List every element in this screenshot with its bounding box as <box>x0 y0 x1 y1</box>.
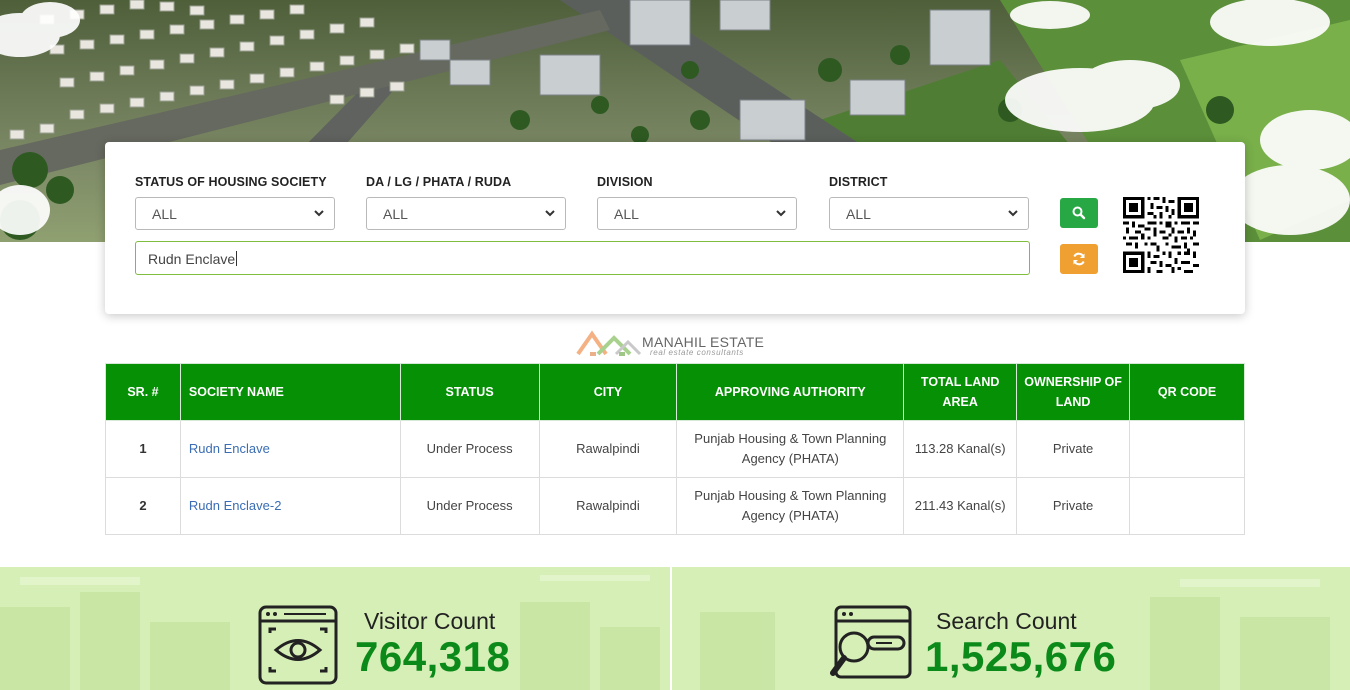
column-header-sr: SR. # <box>105 363 181 421</box>
column-header-status: STATUS <box>399 363 540 421</box>
status-filter-value: ALL <box>152 206 177 222</box>
district-filter-select[interactable]: ALL <box>829 197 1029 230</box>
table-row: 2 Rudn Enclave-2 Under Process Rawalpind… <box>105 477 1245 535</box>
visitor-count-value: 764,318 <box>355 633 511 680</box>
cell-status: Under Process <box>399 477 540 535</box>
status-filter-select[interactable]: ALL <box>135 197 335 230</box>
cell-ownership: Private <box>1016 477 1131 535</box>
status-filter-label: STATUS OF HOUSING SOCIETY <box>135 175 327 189</box>
district-filter-label: DISTRICT <box>829 175 888 189</box>
cell-society-name: Rudn Enclave-2 <box>179 477 401 535</box>
text-caret <box>236 251 238 266</box>
cell-qr-code <box>1129 477 1245 535</box>
column-header-city: CITY <box>538 363 678 421</box>
authority-filter-value: ALL <box>383 206 408 222</box>
logo-mark-icon <box>576 330 642 356</box>
division-filter-select[interactable]: ALL <box>597 197 797 230</box>
district-filter-value: ALL <box>846 206 871 222</box>
society-link[interactable]: Rudn Enclave-2 <box>189 498 282 513</box>
cell-sr: 2 <box>105 477 181 535</box>
society-search-value: Rudn Enclave <box>148 251 236 267</box>
reset-button[interactable] <box>1060 244 1098 274</box>
visitor-eye-icon <box>258 605 338 685</box>
cell-qr-code <box>1129 420 1245 478</box>
cell-society-name: Rudn Enclave <box>179 420 401 478</box>
table-header-row: SR. # SOCIETY NAME STATUS CITY APPROVING… <box>105 363 1245 421</box>
logo-tagline: real estate consultants <box>650 348 744 357</box>
cell-ownership: Private <box>1016 420 1131 478</box>
search-icon <box>1072 206 1086 220</box>
qr-code-image <box>1123 197 1199 273</box>
results-table: SR. # SOCIETY NAME STATUS CITY APPROVING… <box>105 363 1245 535</box>
table-row: 1 Rudn Enclave Under Process Rawalpindi … <box>105 420 1245 478</box>
stats-background-image <box>0 575 1330 690</box>
visitor-count-label: Visitor Count <box>364 608 496 634</box>
authority-filter-select[interactable]: ALL <box>366 197 566 230</box>
cell-total-land-area: 211.43 Kanal(s) <box>903 477 1018 535</box>
stats-divider <box>670 567 672 690</box>
cell-approving-authority: Punjab Housing & Town Planning Agency (P… <box>676 420 905 478</box>
cell-city: Rawalpindi <box>538 420 678 478</box>
division-filter-value: ALL <box>614 206 639 222</box>
column-header-society-name: SOCIETY NAME <box>179 363 401 421</box>
stats-section: Visitor Count 764,318 Search Count 1,525… <box>0 567 1350 690</box>
cell-sr: 1 <box>105 420 181 478</box>
search-panel: STATUS OF HOUSING SOCIETY ALL DA / LG / … <box>105 142 1245 314</box>
manahil-estate-logo: MANAHIL ESTATE real estate consultants <box>576 330 796 360</box>
cell-status: Under Process <box>399 420 540 478</box>
division-filter-label: DIVISION <box>597 175 653 189</box>
search-button[interactable] <box>1060 198 1098 228</box>
chevron-down-icon <box>776 210 786 217</box>
column-header-approving-authority: APPROVING AUTHORITY <box>676 363 905 421</box>
society-search-input[interactable]: Rudn Enclave <box>135 241 1030 275</box>
refresh-icon <box>1073 252 1085 266</box>
authority-filter-label: DA / LG / PHATA / RUDA <box>366 175 512 189</box>
chevron-down-icon <box>545 210 555 217</box>
chevron-down-icon <box>314 210 324 217</box>
search-count-value: 1,525,676 <box>925 633 1117 680</box>
cell-total-land-area: 113.28 Kanal(s) <box>903 420 1018 478</box>
search-count-label: Search Count <box>936 608 1077 634</box>
chevron-down-icon <box>1008 210 1018 217</box>
cell-city: Rawalpindi <box>538 477 678 535</box>
search-count-icon <box>830 605 912 679</box>
society-link[interactable]: Rudn Enclave <box>189 441 270 456</box>
cell-approving-authority: Punjab Housing & Town Planning Agency (P… <box>676 477 905 535</box>
column-header-total-land-area: TOTAL LAND AREA <box>903 363 1018 421</box>
column-header-qr-code: QR CODE <box>1129 363 1245 421</box>
column-header-ownership: OWNERSHIP OF LAND <box>1016 363 1131 421</box>
